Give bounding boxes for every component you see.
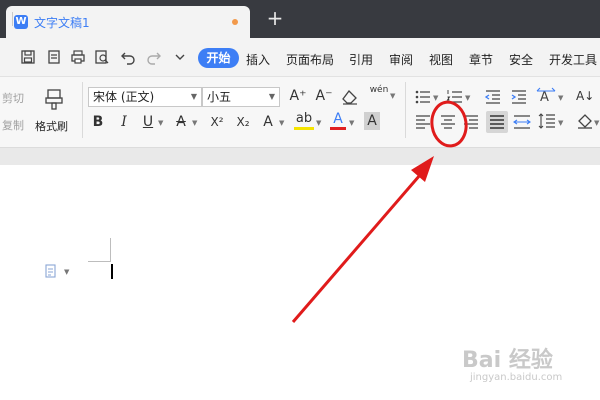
subscript-button[interactable]: X₂ [232,113,254,131]
chevron-down-icon[interactable]: ▼ [558,94,563,102]
chevron-down-icon[interactable]: ▼ [594,119,599,127]
grow-font-button[interactable]: A⁺ [288,87,308,105]
watermark-url: jingyan.baidu.com [470,372,563,383]
tab-developer-tools[interactable]: 开发工具 [549,51,597,68]
undo-icon[interactable] [120,49,136,65]
pinyin-label: wén [369,85,389,95]
chevron-down-icon[interactable] [172,49,188,65]
save-icon[interactable] [20,49,36,65]
clear-format-icon[interactable] [341,88,359,106]
print-preview-icon[interactable] [94,49,110,65]
redo-icon[interactable] [146,49,162,65]
increase-indent-icon[interactable] [510,88,528,106]
shrink-font-button[interactable]: A⁻ [314,87,334,105]
ribbon-divider [405,82,406,138]
tab-references[interactable]: 引用 [349,51,373,68]
align-center-icon[interactable] [439,113,457,131]
chevron-down-icon[interactable]: ▼ [64,268,69,276]
cut-button[interactable]: 剪切 [2,90,24,106]
align-left-icon[interactable] [414,113,432,131]
tab-view[interactable]: 视图 [429,51,453,68]
align-right-icon[interactable] [462,113,480,131]
tab-section[interactable]: 章节 [469,51,493,68]
decrease-indent-icon[interactable] [484,88,502,106]
line-spacing-icon[interactable] [538,112,556,130]
pinyin-guide-button[interactable]: wén [368,85,390,95]
document-title: 文字文稿1 [34,16,90,30]
font-size-value: 小五 [207,90,232,104]
chevron-down-icon: ▼ [268,92,275,101]
highlight-button[interactable]: ab [294,111,314,130]
margin-corner-mark [110,238,111,262]
chevron-down-icon[interactable]: ▼ [465,94,470,102]
chevron-down-icon[interactable]: ▼ [279,119,284,127]
print-icon[interactable] [70,49,86,65]
italic-button[interactable]: I [116,113,132,131]
font-name-select[interactable]: 宋体 (正文) ▼ [88,87,202,107]
format-painter-label[interactable]: 格式刷 [35,118,68,134]
superscript-button[interactable]: X² [206,113,228,131]
writer-app-icon: W [14,15,28,29]
tab-start[interactable]: 开始 [198,48,239,68]
menu-divider [12,12,13,26]
char-shading-button[interactable]: A [364,112,380,130]
ribbon-divider [82,82,83,138]
chevron-down-icon[interactable]: ▼ [158,119,163,127]
bold-button[interactable]: B [90,113,106,131]
copy-button[interactable]: 复制 [2,117,24,133]
text-effect-button[interactable]: A [260,113,276,131]
export-pdf-icon[interactable] [46,49,62,65]
sort-button[interactable]: A↓ [576,87,594,105]
unsaved-indicator [232,19,238,25]
svg-text:A: A [540,90,549,105]
chevron-down-icon[interactable]: ▼ [558,119,563,127]
tab-insert[interactable]: 插入 [246,51,270,68]
new-tab-button[interactable]: + [264,6,286,30]
baidu-watermark: Bai 经验 [462,348,553,373]
format-painter-icon[interactable] [44,88,64,110]
shading-fill-icon[interactable] [576,112,594,130]
margin-corner-mark [88,261,111,262]
font-size-select[interactable]: 小五 ▼ [202,87,280,107]
ruler-bar [0,147,600,166]
bullet-list-icon[interactable] [414,88,432,106]
justify-button[interactable] [486,111,508,133]
tab-security[interactable]: 安全 [509,51,533,68]
chevron-down-icon[interactable]: ▼ [316,119,321,127]
font-name-value: 宋体 (正文) [93,90,155,104]
underline-button[interactable]: U [140,113,156,131]
tab-review[interactable]: 审阅 [389,51,413,68]
chevron-down-icon[interactable]: ▼ [433,94,438,102]
document-tab[interactable]: W 文字文稿1 [6,6,250,38]
strikethrough-button[interactable]: A [173,113,189,131]
chevron-down-icon: ▼ [190,92,197,101]
tab-page-layout[interactable]: 页面布局 [286,51,334,68]
chevron-down-icon[interactable]: ▼ [349,119,354,127]
title-bar: W 文字文稿1 + [0,0,600,38]
font-color-button[interactable]: A [330,111,346,130]
chevron-down-icon[interactable]: ▼ [192,119,197,127]
text-cursor [111,264,113,279]
distributed-align-icon[interactable] [512,113,532,131]
paragraph-layout-icon[interactable] [45,264,57,278]
chevron-down-icon[interactable]: ▼ [390,92,395,100]
text-direction-icon[interactable]: A [536,86,556,106]
numbered-list-icon[interactable] [446,88,464,106]
